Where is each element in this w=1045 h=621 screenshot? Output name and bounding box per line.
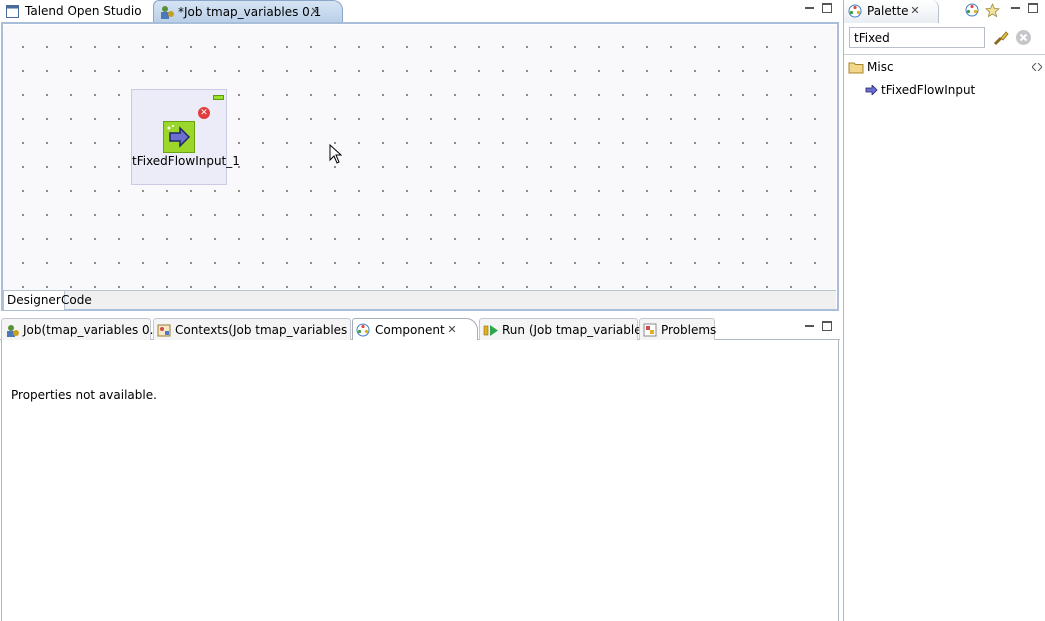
palette-category-misc[interactable]: Misc: [848, 59, 1042, 75]
window-icon: [6, 5, 19, 18]
tab-job-tmap-variables[interactable]: *Job tmap_variables 0.1 ✕: [153, 0, 343, 23]
maximize-panel-button[interactable]: [822, 321, 832, 331]
component-properties-view: Properties not available.: [1, 340, 839, 621]
component-icon: [356, 323, 370, 337]
tab-code[interactable]: Code: [58, 291, 95, 310]
properties-message: Properties not available.: [11, 388, 157, 402]
tab-designer[interactable]: Designer: [3, 291, 65, 310]
palette-separator: [844, 54, 1045, 55]
editor-mode-tabs: Designer Code: [3, 290, 836, 310]
palette-item-label: tFixedFlowInput: [881, 83, 976, 97]
close-tab-icon[interactable]: ✕: [447, 324, 457, 335]
designer-canvas[interactable]: [3, 25, 836, 290]
tab-job-properties[interactable]: Job(tmap_variables 0.1): [1, 318, 166, 340]
palette-settings-icon[interactable]: [965, 3, 980, 18]
mouse-cursor-icon: [329, 144, 343, 164]
error-icon: ✕: [198, 107, 210, 119]
tab-label: *Job tmap_variables 0.1: [178, 5, 322, 19]
collapse-toggle-icon[interactable]: [1032, 63, 1042, 71]
palette-panel: Palette ✕ Misc: [843, 0, 1045, 621]
tab-problems[interactable]: Problems: [639, 318, 717, 340]
node-status-indicator: [213, 95, 224, 100]
minimize-panel-button[interactable]: [805, 321, 814, 327]
bottom-panel-tab-bar: Job(tmap_variables 0.1) Contexts(Job tma…: [0, 316, 840, 340]
editor-tab-bar: Talend Open Studio *Job tmap_variables 0…: [0, 0, 840, 23]
maximize-palette-button[interactable]: [1028, 3, 1038, 13]
tab-label: Problems: [661, 323, 717, 337]
tab-palette[interactable]: Palette ✕: [844, 0, 939, 23]
tab-label: Run (Job tmap_variables): [502, 323, 653, 337]
node-label: tFixedFlowInput_1: [132, 154, 240, 168]
minimize-editor-button[interactable]: [805, 3, 814, 9]
tab-label: Component: [375, 323, 445, 337]
minimize-palette-button[interactable]: [1011, 3, 1020, 9]
tab-component[interactable]: Component ✕: [352, 318, 478, 340]
search-brush-icon[interactable]: [992, 29, 1010, 47]
favorites-star-icon[interactable]: [985, 3, 1000, 18]
category-label: Misc: [867, 60, 894, 74]
tfixedflowinput-icon: [865, 85, 878, 95]
palette-icon: [848, 4, 862, 18]
tfixedflowinput-icon: [163, 121, 195, 153]
palette-search-input[interactable]: [849, 27, 985, 48]
close-palette-icon[interactable]: ✕: [910, 5, 920, 16]
tab-label: Contexts(Job tmap_variables 0.1): [175, 323, 375, 337]
tab-talend-open-studio[interactable]: Talend Open Studio: [4, 0, 154, 23]
maximize-editor-button[interactable]: [822, 3, 832, 13]
palette-title: Palette: [867, 4, 909, 18]
tab-contexts[interactable]: Contexts(Job tmap_variables 0.1): [153, 318, 375, 340]
component-node-tfixedflowinput[interactable]: ✕ tFixedFlowInput_1: [131, 89, 240, 185]
clear-search-icon[interactable]: [1015, 29, 1032, 46]
contexts-icon: [157, 324, 171, 337]
tab-label: Talend Open Studio: [25, 4, 142, 18]
palette-item-tfixedflowinput[interactable]: tFixedFlowInput: [865, 82, 1035, 98]
tab-label: Job(tmap_variables 0.1): [23, 323, 166, 337]
talend-window: Talend Open Studio *Job tmap_variables 0…: [0, 0, 1045, 621]
job-icon: [161, 6, 174, 19]
job-icon: [7, 325, 19, 337]
problems-icon: [643, 323, 657, 337]
run-icon: [483, 325, 498, 336]
close-tab-icon[interactable]: ✕: [310, 6, 320, 17]
tab-run[interactable]: Run (Job tmap_variables): [479, 318, 653, 340]
folder-icon: [848, 62, 864, 74]
